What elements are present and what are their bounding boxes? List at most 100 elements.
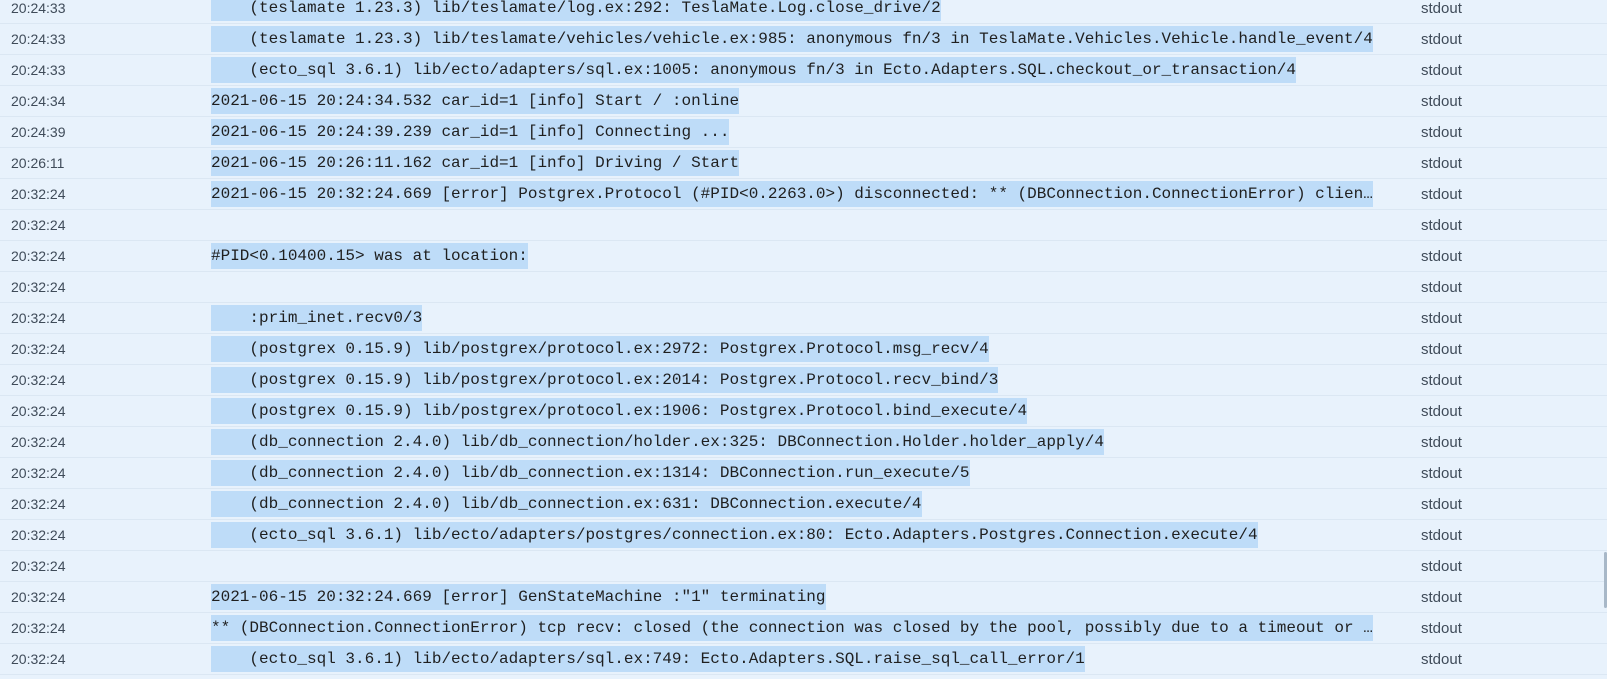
log-message: (postgrex 0.15.9) lib/postgrex/protocol.… — [211, 398, 1028, 424]
log-row[interactable]: 20:32:24 stdout — [0, 272, 1607, 303]
log-timestamp: 20:24:39 — [11, 124, 66, 140]
log-message: (db_connection 2.4.0) lib/db_connection.… — [211, 460, 970, 486]
log-message-cell: (postgrex 0.15.9) lib/postgrex/protocol.… — [211, 334, 1381, 365]
log-message-cell: (teslamate 1.23.3) lib/teslamate/log.ex:… — [211, 0, 1381, 24]
log-message-cell: (db_connection 2.4.0) lib/db_connection.… — [211, 458, 1381, 489]
log-timestamp: 20:32:24 — [11, 434, 66, 450]
log-message-cell: (postgrex 0.15.9) lib/postgrex/protocol.… — [211, 365, 1381, 396]
log-stream: stdout — [1421, 31, 1462, 48]
log-timestamp: 20:24:33 — [11, 62, 66, 78]
log-message-cell: 2021-06-15 20:32:24.669 [error] GenState… — [211, 582, 1381, 613]
log-timestamp: 20:24:34 — [11, 93, 66, 109]
log-timestamp: 20:26:11 — [11, 155, 65, 171]
log-stream: stdout — [1421, 620, 1462, 637]
log-message: (postgrex 0.15.9) lib/postgrex/protocol.… — [211, 336, 989, 362]
log-stream: stdout — [1421, 372, 1462, 389]
log-message: (postgrex 0.15.9) lib/postgrex/protocol.… — [211, 367, 999, 393]
log-message-cell: (db_connection 2.4.0) lib/db_connection.… — [211, 489, 1381, 520]
log-row[interactable]: 20:24:33 (teslamate 1.23.3) lib/teslamat… — [0, 0, 1607, 24]
log-message-cell — [211, 210, 1381, 241]
log-stream: stdout — [1421, 124, 1462, 141]
log-view[interactable]: 20:24:33 (teslamate 1.23.3) lib/teslamat… — [0, 0, 1607, 679]
log-message: (db_connection 2.4.0) lib/db_connection/… — [211, 429, 1104, 455]
log-row[interactable]: 20:32:24 stdout — [0, 551, 1607, 582]
log-timestamp: 20:32:24 — [11, 558, 66, 574]
log-message-cell: 2021-06-15 20:24:39.239 car_id=1 [info] … — [211, 117, 1381, 148]
log-row[interactable]: 20:32:24 (ecto_sql 3.6.1) lib/ecto/adapt… — [0, 644, 1607, 675]
log-timestamp: 20:32:24 — [11, 310, 66, 326]
log-stream: stdout — [1421, 217, 1462, 234]
log-row[interactable]: 20:24:39 2021-06-15 20:24:39.239 car_id=… — [0, 117, 1607, 148]
log-message: (ecto_sql 3.6.1) lib/ecto/adapters/sql.e… — [211, 646, 1085, 672]
log-stream: stdout — [1421, 527, 1462, 544]
log-message-cell — [211, 551, 1381, 582]
log-row[interactable]: 20:32:24 (db_connection 2.4.0) lib/db_co… — [0, 489, 1607, 520]
log-message-cell: (ecto_sql 3.6.1) lib/ecto/adapters/sql.e… — [211, 644, 1381, 675]
log-message-cell: 2021-06-15 20:32:24.669 [error] Postgrex… — [211, 179, 1381, 210]
log-row[interactable]: 20:32:24 (postgrex 0.15.9) lib/postgrex/… — [0, 396, 1607, 427]
log-timestamp: 20:32:24 — [11, 465, 66, 481]
log-message-cell: (teslamate 1.23.3) lib/teslamate/vehicle… — [211, 24, 1381, 55]
log-timestamp: 20:32:24 — [11, 589, 66, 605]
log-stream: stdout — [1421, 155, 1462, 172]
log-timestamp: 20:24:33 — [11, 31, 66, 47]
log-row[interactable]: 20:32:24 (postgrex 0.15.9) lib/postgrex/… — [0, 334, 1607, 365]
log-timestamp: 20:32:24 — [11, 651, 66, 667]
log-row[interactable]: 20:26:11 2021-06-15 20:26:11.162 car_id=… — [0, 148, 1607, 179]
log-message-cell: #PID<0.10400.15> was at location: — [211, 241, 1381, 272]
log-stream: stdout — [1421, 651, 1462, 668]
log-message-cell: ** (DBConnection.ConnectionError) tcp re… — [211, 613, 1381, 644]
log-timestamp: 20:32:24 — [11, 403, 66, 419]
log-stream: stdout — [1421, 93, 1462, 110]
log-message: 2021-06-15 20:24:34.532 car_id=1 [info] … — [211, 88, 740, 114]
log-message-cell — [211, 272, 1381, 303]
log-message-cell: (db_connection 2.4.0) lib/db_connection/… — [211, 427, 1381, 458]
log-timestamp: 20:32:24 — [11, 496, 66, 512]
log-message: (teslamate 1.23.3) lib/teslamate/log.ex:… — [211, 0, 941, 21]
log-message: (db_connection 2.4.0) lib/db_connection.… — [211, 491, 922, 517]
log-message-cell: (postgrex 0.15.9) lib/postgrex/protocol.… — [211, 396, 1381, 427]
log-message: (teslamate 1.23.3) lib/teslamate/vehicle… — [211, 26, 1373, 52]
log-row[interactable]: 20:32:24 stdout — [0, 210, 1607, 241]
log-stream: stdout — [1421, 434, 1462, 451]
log-row[interactable]: 20:32:24 (db_connection 2.4.0) lib/db_co… — [0, 427, 1607, 458]
log-stream: stdout — [1421, 558, 1462, 575]
log-message-cell: 2021-06-15 20:26:11.162 car_id=1 [info] … — [211, 148, 1381, 179]
log-message: #PID<0.10400.15> was at location: — [211, 243, 528, 269]
log-row[interactable]: 20:32:24 2021-06-15 20:32:24.669 [error]… — [0, 179, 1607, 210]
log-stream: stdout — [1421, 341, 1462, 358]
log-stream: stdout — [1421, 62, 1462, 79]
log-timestamp: 20:32:24 — [11, 279, 66, 295]
log-stream: stdout — [1421, 589, 1462, 606]
log-row[interactable]: 20:32:24 ** (DBConnection.ConnectionErro… — [0, 613, 1607, 644]
log-message-cell: :prim_inet.recv0/3 — [211, 303, 1381, 334]
log-stream: stdout — [1421, 0, 1462, 17]
log-message-cell: 2021-06-15 20:24:34.532 car_id=1 [info] … — [211, 86, 1381, 117]
log-timestamp: 20:32:24 — [11, 217, 66, 233]
log-row[interactable]: 20:32:24 (postgrex 0.15.9) lib/postgrex/… — [0, 365, 1607, 396]
log-timestamp: 20:32:24 — [11, 341, 66, 357]
log-stream: stdout — [1421, 279, 1462, 296]
log-timestamp: 20:24:33 — [11, 0, 66, 16]
log-row[interactable]: 20:32:24 :prim_inet.recv0/3 stdout — [0, 303, 1607, 334]
log-stream: stdout — [1421, 186, 1462, 203]
log-row[interactable]: 20:32:24 2021-06-15 20:32:24.669 [error]… — [0, 582, 1607, 613]
log-row[interactable]: 20:24:33 (ecto_sql 3.6.1) lib/ecto/adapt… — [0, 55, 1607, 86]
log-timestamp: 20:32:24 — [11, 248, 66, 264]
log-timestamp: 20:32:24 — [11, 620, 66, 636]
log-row[interactable]: 20:32:24 #PID<0.10400.15> was at locatio… — [0, 241, 1607, 272]
log-row[interactable]: 20:24:33 (teslamate 1.23.3) lib/teslamat… — [0, 24, 1607, 55]
log-rows: 20:24:33 (teslamate 1.23.3) lib/teslamat… — [0, 0, 1607, 675]
log-timestamp: 20:32:24 — [11, 186, 66, 202]
log-message-cell: (ecto_sql 3.6.1) lib/ecto/adapters/sql.e… — [211, 55, 1381, 86]
log-row[interactable]: 20:24:34 2021-06-15 20:24:34.532 car_id=… — [0, 86, 1607, 117]
log-stream: stdout — [1421, 310, 1462, 327]
log-message: 2021-06-15 20:24:39.239 car_id=1 [info] … — [211, 119, 730, 145]
log-row[interactable]: 20:32:24 (db_connection 2.4.0) lib/db_co… — [0, 458, 1607, 489]
log-row[interactable]: 20:32:24 (ecto_sql 3.6.1) lib/ecto/adapt… — [0, 520, 1607, 551]
log-message: (ecto_sql 3.6.1) lib/ecto/adapters/sql.e… — [211, 57, 1296, 83]
log-stream: stdout — [1421, 465, 1462, 482]
log-message: 2021-06-15 20:32:24.669 [error] Postgrex… — [211, 181, 1373, 207]
log-timestamp: 20:32:24 — [11, 372, 66, 388]
log-stream: stdout — [1421, 248, 1462, 265]
